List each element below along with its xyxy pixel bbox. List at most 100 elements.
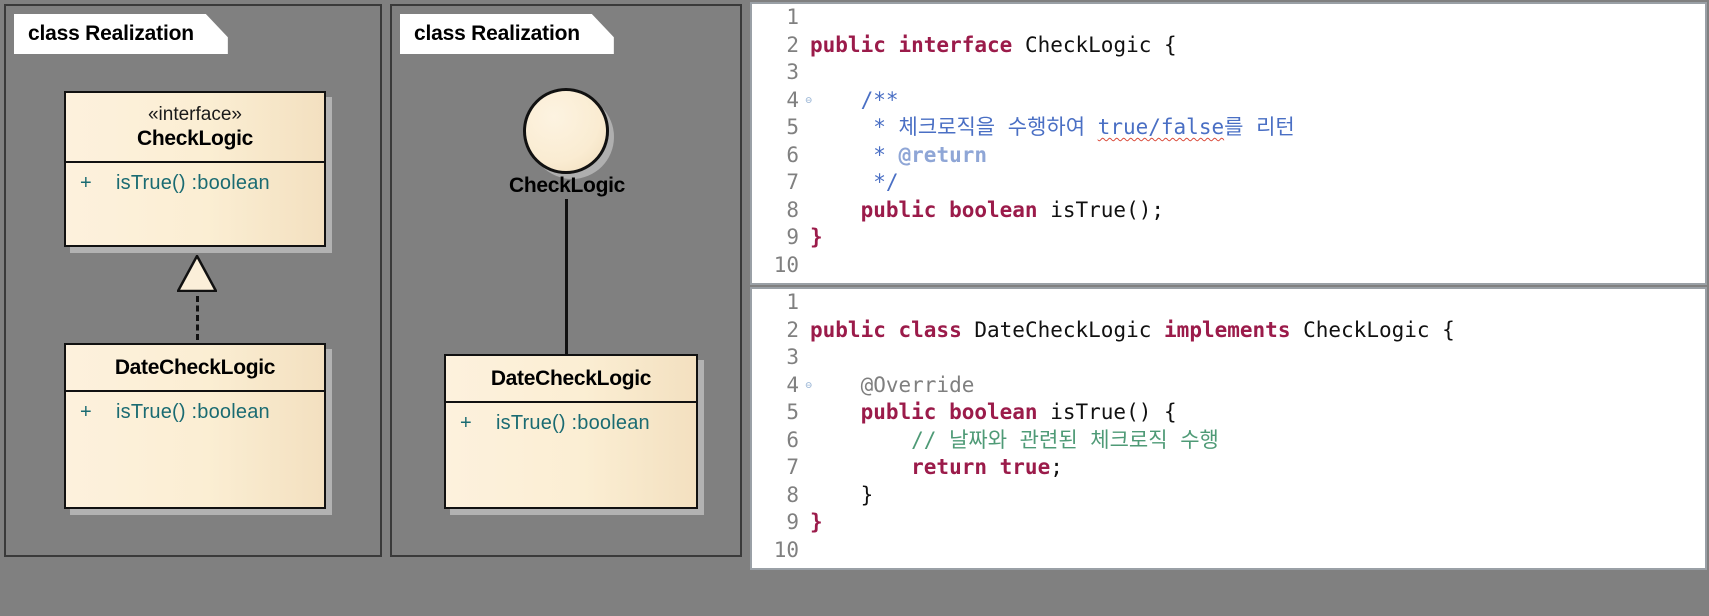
- uml-frame-realization-full[interactable]: class Realization «interface» CheckLogic…: [4, 4, 382, 557]
- uml-class-name: DateCheckLogic: [114, 356, 276, 379]
- interface-ball-label: CheckLogic: [508, 174, 626, 197]
- code-token: * 체크로직을 수행하여: [810, 115, 1098, 139]
- code-token: }: [810, 510, 823, 534]
- code-line[interactable]: return true;: [810, 454, 1705, 482]
- line-number: 5: [786, 115, 799, 139]
- code-line[interactable]: public interface CheckLogic {: [810, 32, 1705, 60]
- code-line[interactable]: }: [810, 482, 1705, 510]
- frame-tag-label: class Realization: [14, 14, 228, 54]
- code-token: // 날짜와 관련된 체크로직 수행: [810, 427, 1219, 452]
- code-token: CheckLogic {: [1303, 317, 1455, 342]
- uml-frame-realization-lollipop[interactable]: class Realization CheckLogic DateCheckLo…: [390, 4, 742, 557]
- provided-interface-line: [565, 199, 568, 354]
- uml-class-name: DateCheckLogic: [490, 367, 652, 390]
- code-token: public boolean: [810, 400, 1051, 424]
- frame-tag-label: class Realization: [400, 14, 614, 54]
- realization-dashed-line: [196, 296, 199, 340]
- uml-operation-visibility: +: [80, 171, 92, 194]
- uml-class-datechecklogic[interactable]: DateCheckLogic + isTrue() :boolean: [64, 343, 326, 509]
- code-line[interactable]: }: [810, 224, 1705, 252]
- code-line[interactable]: [810, 289, 1705, 317]
- line-number: 6: [786, 427, 799, 452]
- code-token: public class: [810, 317, 975, 342]
- line-number: 8: [786, 482, 799, 507]
- code-line[interactable]: public boolean isTrue();: [810, 197, 1705, 225]
- uml-class-header: DateCheckLogic: [66, 345, 324, 392]
- line-number: 10: [773, 537, 799, 562]
- code-token: }: [810, 225, 823, 249]
- code-token: return true: [810, 455, 1051, 479]
- line-number: 6: [786, 142, 799, 167]
- uml-operations-compartment: + isTrue() :boolean: [66, 392, 324, 507]
- uml-operations-compartment: + isTrue() :boolean: [446, 403, 696, 507]
- line-number: 3: [786, 60, 799, 84]
- line-number: 2: [786, 317, 799, 342]
- code-token: isTrue();: [1050, 197, 1165, 222]
- line-number: 2: [786, 32, 799, 57]
- code-line[interactable]: @Override: [810, 372, 1705, 400]
- line-number: 3: [786, 345, 799, 369]
- code-token: ;: [1050, 455, 1063, 479]
- uml-stereotype-interface: «interface»: [147, 104, 242, 125]
- uml-operation-row: + isTrue() :boolean: [66, 172, 324, 195]
- code-token: }: [810, 482, 874, 507]
- code-token: public interface: [810, 32, 1025, 57]
- code-line[interactable]: [810, 252, 1705, 280]
- uml-operation-row: + isTrue() :boolean: [446, 412, 696, 435]
- code-token: */: [810, 170, 899, 194]
- uml-class-checklogic[interactable]: «interface» CheckLogic + isTrue() :boole…: [64, 91, 326, 247]
- code-text-area[interactable]: public interface CheckLogic { /** * 체크로직…: [804, 4, 1705, 283]
- code-editor-datechecklogic[interactable]: 1 2 3 4 ⊖ 5 6 7 8 9 10 public class DateCheckLogic…: [750, 287, 1707, 570]
- code-token: true/false: [1097, 115, 1225, 139]
- uml-operation-signature: isTrue() :boolean: [116, 171, 270, 194]
- code-token: DateCheckLogic: [974, 317, 1165, 342]
- code-line[interactable]: [810, 4, 1705, 32]
- code-line[interactable]: */: [810, 169, 1705, 197]
- line-number: 9: [786, 510, 799, 534]
- uml-class-datechecklogic[interactable]: DateCheckLogic + isTrue() :boolean: [444, 354, 698, 509]
- uml-operation-signature: isTrue() :boolean: [496, 411, 650, 434]
- uml-class-name: CheckLogic: [136, 127, 254, 151]
- line-number: 7: [786, 455, 799, 479]
- uml-operation-visibility: +: [80, 400, 92, 423]
- uml-class-header: DateCheckLogic: [446, 356, 696, 403]
- interface-ball-icon[interactable]: [523, 88, 609, 174]
- code-token: 를 리턴: [1224, 115, 1295, 139]
- line-number: 1: [786, 290, 799, 314]
- code-line[interactable]: [810, 59, 1705, 87]
- line-number: 4 ⊖: [786, 87, 812, 112]
- code-token: /**: [810, 87, 899, 112]
- code-line[interactable]: [810, 344, 1705, 372]
- line-number: 1: [786, 5, 799, 29]
- code-token: isTrue() {: [1050, 400, 1177, 424]
- line-number: 8: [786, 197, 799, 222]
- code-token: @Override: [810, 372, 975, 397]
- realization-arrowhead-icon: [177, 255, 217, 292]
- code-line[interactable]: * 체크로직을 수행하여 true/false를 리턴: [810, 114, 1705, 142]
- code-token: CheckLogic {: [1024, 32, 1177, 57]
- code-line[interactable]: /**: [810, 87, 1705, 115]
- code-line[interactable]: public boolean isTrue() {: [810, 399, 1705, 427]
- uml-operation-visibility: +: [460, 411, 472, 434]
- code-token: implements: [1164, 317, 1304, 342]
- uml-operation-row: + isTrue() :boolean: [66, 401, 324, 424]
- code-line[interactable]: [810, 537, 1705, 565]
- line-number: 4 ⊖: [786, 372, 812, 397]
- line-number: 5: [752, 399, 803, 427]
- uml-operation-signature: isTrue() :boolean: [116, 400, 270, 423]
- code-token: public boolean: [810, 197, 1051, 222]
- line-number: 10: [773, 252, 799, 277]
- line-number-gutter[interactable]: 1 2 3 4 ⊖ 5 6 7 8 9 10: [752, 4, 812, 283]
- code-line[interactable]: // 날짜와 관련된 체크로직 수행: [810, 427, 1705, 455]
- code-text-area[interactable]: public class DateCheckLogic implements C…: [804, 289, 1705, 568]
- uml-class-header: «interface» CheckLogic: [66, 93, 324, 163]
- code-line[interactable]: public class DateCheckLogic implements C…: [810, 317, 1705, 345]
- code-token: *: [810, 142, 899, 167]
- code-line[interactable]: }: [810, 509, 1705, 537]
- line-number: 7: [786, 170, 799, 194]
- code-line[interactable]: * @return: [810, 142, 1705, 170]
- line-number: 9: [786, 225, 799, 249]
- line-number-gutter[interactable]: 1 2 3 4 ⊖ 5 6 7 8 9 10: [752, 289, 812, 568]
- screenshot-root: class Realization «interface» CheckLogic…: [0, 0, 1709, 616]
- code-editor-checklogic[interactable]: 1 2 3 4 ⊖ 5 6 7 8 9 10 public interface CheckLogic…: [750, 2, 1707, 285]
